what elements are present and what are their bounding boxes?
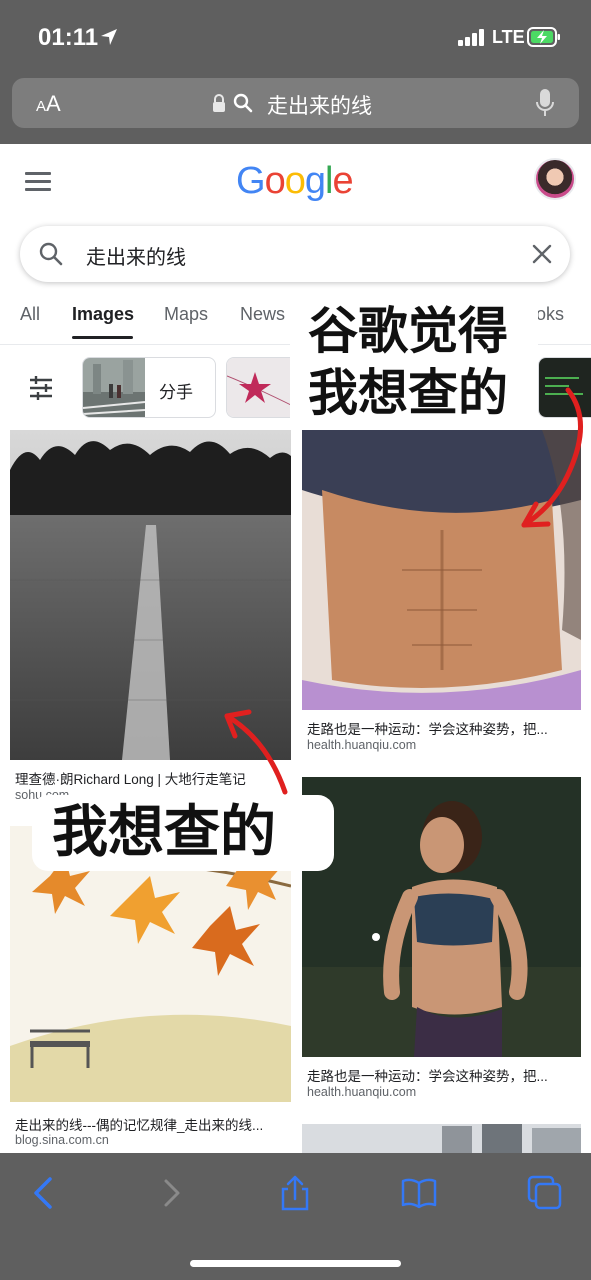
result-title[interactable]: 走路也是一种运动：学会这种姿势，把... xyxy=(307,718,577,738)
network-label: LTE xyxy=(492,27,525,47)
battery-charging-icon xyxy=(527,27,560,47)
result-title[interactable]: 走出来的线---偶的记忆规律_走出来的线... xyxy=(15,1114,291,1134)
result-card[interactable] xyxy=(302,1124,581,1153)
tab-books[interactable]: oks xyxy=(536,304,564,325)
forward-icon[interactable] xyxy=(154,1175,190,1211)
menu-icon[interactable] xyxy=(25,172,51,192)
text-size-button[interactable]: AA xyxy=(36,91,61,117)
search-query[interactable]: 走出来的线 xyxy=(86,241,186,270)
tab-maps[interactable]: Maps xyxy=(164,304,208,325)
address-text: 走出来的线 xyxy=(267,95,372,118)
bookmarks-icon[interactable] xyxy=(401,1175,437,1211)
result-title[interactable]: 走路也是一种运动：学会这种姿势，把... xyxy=(307,1065,577,1085)
signal-strength-icon xyxy=(458,29,486,46)
annotation-middle-text: 我想查的 xyxy=(52,800,276,865)
red-arrow-icon xyxy=(224,709,288,795)
chip-label: 分手 xyxy=(159,383,193,402)
logo-letter: o xyxy=(284,160,306,202)
result-source: blog.sina.com.cn xyxy=(15,1133,109,1147)
share-icon[interactable] xyxy=(277,1175,313,1211)
result-card[interactable]: 走路也是一种运动：学会这种姿势，把... health.huanqiu.com xyxy=(302,777,581,1102)
result-image-city[interactable] xyxy=(302,1124,581,1153)
related-chip-2[interactable] xyxy=(226,357,296,418)
filter-icon[interactable] xyxy=(28,375,54,401)
lock-icon xyxy=(213,94,225,112)
clear-icon[interactable] xyxy=(530,242,554,266)
annotation-middle: 我想查的 xyxy=(32,795,334,871)
result-source: health.huanqiu.com xyxy=(307,1085,417,1099)
status-time: 01:11 xyxy=(38,24,99,51)
result-source: health.huanqiu.com xyxy=(307,738,417,752)
account-avatar[interactable] xyxy=(534,158,576,200)
annotation-top: 谷歌觉得 我想查的 xyxy=(290,296,538,430)
tabs-icon[interactable] xyxy=(527,1175,563,1211)
active-tab-indicator xyxy=(72,336,133,339)
related-chip[interactable]: 分手 xyxy=(82,357,216,418)
microphone-icon[interactable] xyxy=(535,88,555,118)
home-indicator xyxy=(190,1260,401,1267)
annotation-top-line2: 我想查的 xyxy=(308,364,508,422)
logo-letter: e xyxy=(332,160,353,202)
address-bar[interactable]: AA 走出来的线 xyxy=(12,78,579,128)
result-image-runner[interactable] xyxy=(302,777,581,1057)
search-icon xyxy=(233,93,253,113)
tab-all[interactable]: All xyxy=(20,304,40,325)
chip-thumbnail xyxy=(83,358,145,417)
tab-images[interactable]: Images xyxy=(72,304,134,325)
search-box[interactable]: 走出来的线 xyxy=(20,226,570,282)
result-card[interactable]: 走出来的线---偶的记忆规律_走出来的线... blog.sina.com.cn xyxy=(10,826,291,1151)
logo-letter: g xyxy=(304,160,326,202)
tab-news[interactable]: News xyxy=(240,304,285,325)
logo-letter: G xyxy=(236,160,266,202)
location-arrow-icon xyxy=(101,29,117,45)
logo-letter: o xyxy=(264,160,286,202)
red-arrow-icon xyxy=(521,387,583,528)
annotation-top-line1: 谷歌觉得 xyxy=(308,302,508,360)
google-logo[interactable]: Google xyxy=(236,160,354,203)
safari-top-chrome: 01:11 LTE AA 走出来的线 xyxy=(0,0,591,144)
search-icon[interactable] xyxy=(38,241,64,267)
chip-thumbnail-star xyxy=(227,358,296,417)
back-icon[interactable] xyxy=(26,1175,62,1211)
